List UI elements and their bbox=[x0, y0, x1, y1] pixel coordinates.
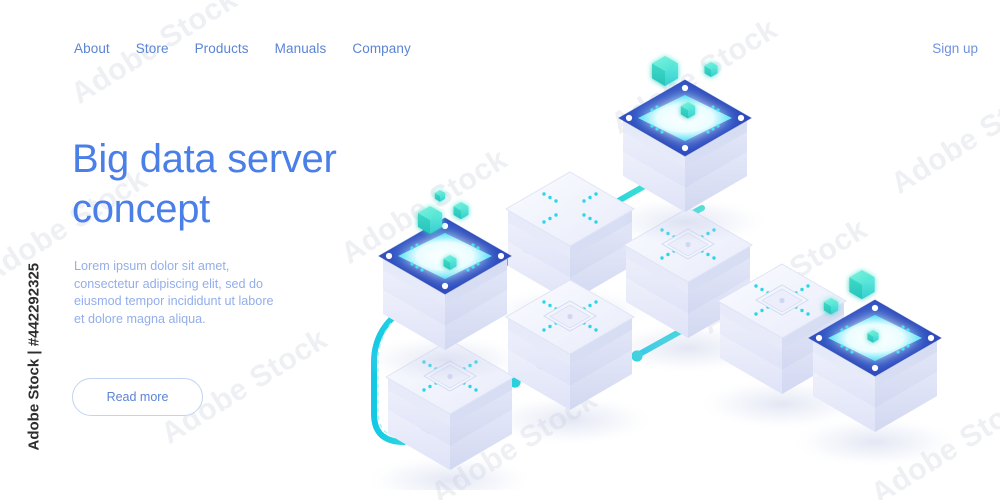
server-node-left-highlighted bbox=[359, 218, 531, 386]
nav-link-products[interactable]: Products bbox=[195, 41, 249, 56]
nav-link-manuals[interactable]: Manuals bbox=[275, 41, 327, 56]
stock-id-label: Adobe Stock | #442292325 bbox=[25, 262, 43, 451]
read-more-button[interactable]: Read more bbox=[72, 378, 203, 416]
hero-copy: Big data server concept Lorem ipsum dolo… bbox=[72, 134, 402, 416]
nav-link-about[interactable]: About bbox=[74, 41, 110, 56]
main-navigation: About Store Products Manuals Company bbox=[74, 41, 411, 56]
page-title-line-2: concept bbox=[72, 187, 210, 231]
nav-link-store[interactable]: Store bbox=[136, 41, 169, 56]
page-title: Big data server concept bbox=[72, 134, 402, 234]
site-header: About Store Products Manuals Company Sig… bbox=[0, 0, 1000, 100]
signup-link[interactable]: Sign up bbox=[932, 41, 978, 56]
page-title-line-1: Big data server bbox=[72, 137, 337, 181]
hero-paragraph: Lorem ipsum dolor sit amet, consectetur … bbox=[74, 259, 274, 326]
nav-link-company[interactable]: Company bbox=[352, 41, 410, 56]
